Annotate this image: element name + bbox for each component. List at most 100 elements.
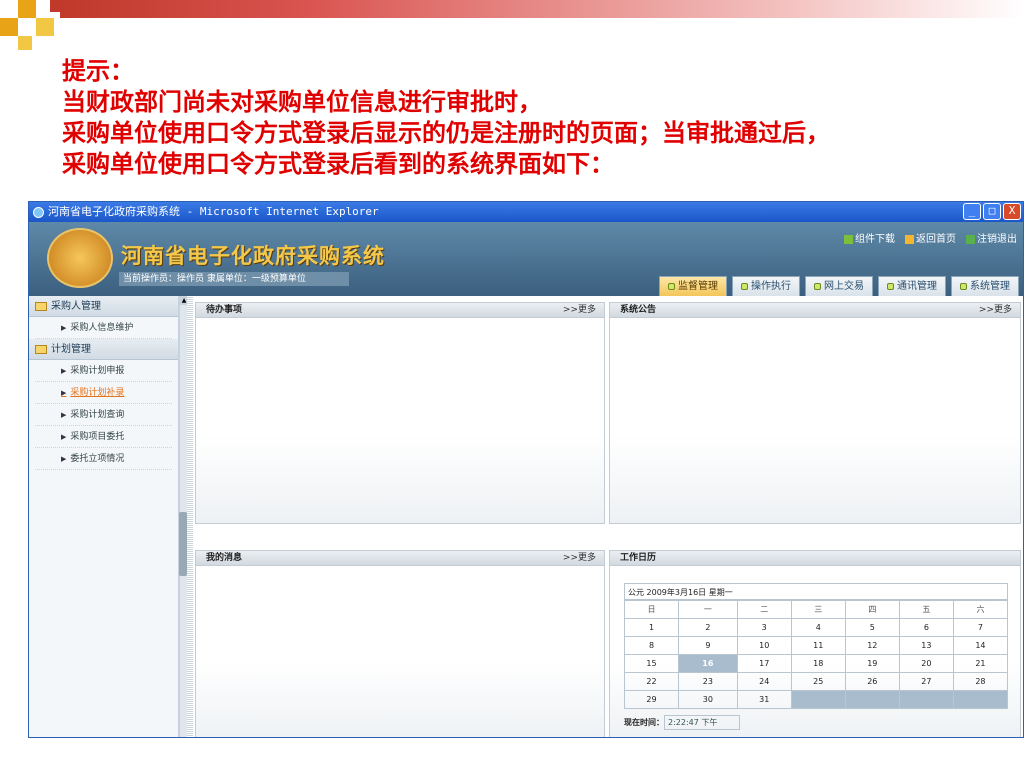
day-cell[interactable]: 26: [844, 672, 900, 691]
sidebar-item-purchaser-info[interactable]: ▶ 采购人信息维护: [35, 317, 172, 339]
sidebar-splitter-handle[interactable]: [179, 512, 187, 576]
day-cell[interactable]: 22: [623, 672, 680, 691]
divider: [187, 296, 193, 737]
bullet-arrow-icon: ▶: [61, 411, 67, 419]
day-cell[interactable]: 9: [678, 636, 738, 655]
empty-day-cell: [844, 690, 900, 709]
sidebar-item-project-entrust[interactable]: ▶ 采购项目委托: [35, 426, 172, 448]
sidebar-item-entrust-status[interactable]: ▶ 委托立项情况: [35, 448, 172, 470]
tab-bullet-icon: [741, 282, 748, 290]
tab-system[interactable]: 系统管理: [951, 276, 1019, 296]
folder-icon: [35, 301, 47, 311]
notice-more-link[interactable]: >>更多: [979, 303, 1012, 318]
download-label: 组件下载: [855, 234, 895, 245]
day-cell[interactable]: 10: [736, 636, 792, 655]
panel-title: 待办事项: [206, 305, 243, 315]
day-cell[interactable]: 12: [844, 636, 900, 655]
deco-square: [18, 36, 32, 50]
sidebar-item-label: 采购项目委托: [70, 432, 125, 442]
panel-header: 我的消息 >>更多: [196, 551, 604, 566]
window-titlebar[interactable]: 河南省电子化政府采购系统 - Microsoft Internet Explor…: [29, 202, 1023, 222]
todo-panel: 待办事项 >>更多: [195, 302, 605, 524]
logout-label: 注销退出: [977, 234, 1017, 245]
bullet-arrow-icon: ▶: [61, 455, 67, 463]
day-cell[interactable]: 30: [678, 690, 738, 709]
calendar-week-row: 29 30 31: [623, 690, 1009, 709]
day-cell[interactable]: 31: [736, 690, 792, 709]
system-name: 河南省电子化政府采购系统: [121, 244, 385, 268]
tab-bullet-icon: [814, 282, 821, 290]
sidebar-item-label: 采购计划查询: [70, 410, 125, 420]
day-cell[interactable]: 17: [736, 654, 792, 673]
day-cell[interactable]: 2: [678, 618, 738, 637]
calendar-week-row: 22 23 24 25 26 27 28: [623, 672, 1009, 691]
download-link[interactable]: 组件下载: [844, 230, 895, 245]
tab-supervision[interactable]: 监督管理: [659, 276, 727, 296]
tab-label: 网上交易: [824, 281, 864, 292]
day-cell[interactable]: 3: [736, 618, 792, 637]
day-cell[interactable]: 29: [623, 690, 680, 709]
panel-title: 我的消息: [206, 553, 243, 563]
sidebar-item-plan-apply[interactable]: ▶ 采购计划申报: [35, 360, 172, 382]
sidebar-group-label: 采购人管理: [51, 301, 101, 312]
day-cell[interactable]: 28: [952, 672, 1009, 691]
day-cell[interactable]: 1: [623, 618, 680, 637]
day-cell[interactable]: 24: [736, 672, 792, 691]
day-cell[interactable]: 15: [623, 654, 680, 673]
day-cell[interactable]: 5: [844, 618, 900, 637]
day-cell[interactable]: 14: [952, 636, 1009, 655]
time-label: 现在时间：: [624, 718, 664, 727]
tab-bullet-icon: [668, 282, 675, 290]
maximize-button[interactable]: □: [983, 203, 1001, 220]
bullet-arrow-icon: ▶: [61, 367, 67, 375]
day-cell[interactable]: 11: [790, 636, 846, 655]
todo-more-link[interactable]: >>更多: [563, 303, 596, 318]
day-cell[interactable]: 23: [678, 672, 738, 691]
day-cell[interactable]: 21: [952, 654, 1009, 673]
sidebar-group-purchaser[interactable]: 采购人管理: [29, 296, 178, 317]
day-cell[interactable]: 4: [790, 618, 846, 637]
weekday-cell: 日: [623, 600, 680, 619]
tab-online-trade[interactable]: 网上交易: [805, 276, 873, 296]
day-cell[interactable]: 18: [790, 654, 846, 673]
home-label: 返回首页: [916, 234, 956, 245]
top-gradient-bar: [60, 0, 1024, 18]
weekday-cell: 六: [952, 600, 1009, 619]
panel-title: 工作日历: [620, 553, 657, 563]
day-cell[interactable]: 7: [952, 618, 1009, 637]
weekday-cell: 四: [844, 600, 900, 619]
minimize-button[interactable]: _: [963, 203, 981, 220]
messages-more-link[interactable]: >>更多: [563, 551, 596, 566]
day-cell[interactable]: 19: [844, 654, 900, 673]
day-cell[interactable]: 13: [898, 636, 954, 655]
logout-icon: [966, 234, 975, 244]
notice-panel: 系统公告 >>更多: [609, 302, 1021, 524]
tab-label: 系统管理: [970, 281, 1010, 292]
empty-day-cell: [952, 690, 1009, 709]
top-links: 组件下载 返回首页 注销退出: [844, 230, 1017, 245]
sidebar-item-plan-supplement[interactable]: ▶ 采购计划补录: [35, 382, 172, 404]
day-cell[interactable]: 20: [898, 654, 954, 673]
sidebar-item-label: 采购计划申报: [70, 366, 125, 376]
bullet-arrow-icon: ▶: [61, 389, 67, 397]
download-icon: [844, 234, 853, 244]
day-cell[interactable]: 8: [623, 636, 680, 655]
main-tabs: 监督管理 操作执行 网上交易 通讯管理 系统管理: [659, 276, 1019, 296]
sidebar-item-label: 采购人信息维护: [70, 323, 134, 333]
day-cell[interactable]: 16: [678, 654, 738, 673]
day-cell[interactable]: 25: [790, 672, 846, 691]
current-time: 现在时间： 2:22:47 下午: [624, 715, 740, 730]
close-button[interactable]: X: [1003, 203, 1021, 220]
tab-operation[interactable]: 操作执行: [732, 276, 800, 296]
tab-label: 通讯管理: [897, 281, 937, 292]
day-cell[interactable]: 27: [898, 672, 954, 691]
sidebar-item-plan-query[interactable]: ▶ 采购计划查询: [35, 404, 172, 426]
home-link[interactable]: 返回首页: [905, 230, 956, 245]
sidebar-item-label: 委托立项情况: [70, 454, 125, 464]
logout-link[interactable]: 注销退出: [966, 230, 1017, 245]
sidebar-group-plan[interactable]: 计划管理: [29, 339, 178, 360]
caption-line: 提示：: [62, 57, 134, 85]
day-cell[interactable]: 6: [898, 618, 954, 637]
operator-info: 当前操作员：操作员 隶属单位：一级预算单位: [119, 272, 349, 286]
tab-communication[interactable]: 通讯管理: [878, 276, 946, 296]
